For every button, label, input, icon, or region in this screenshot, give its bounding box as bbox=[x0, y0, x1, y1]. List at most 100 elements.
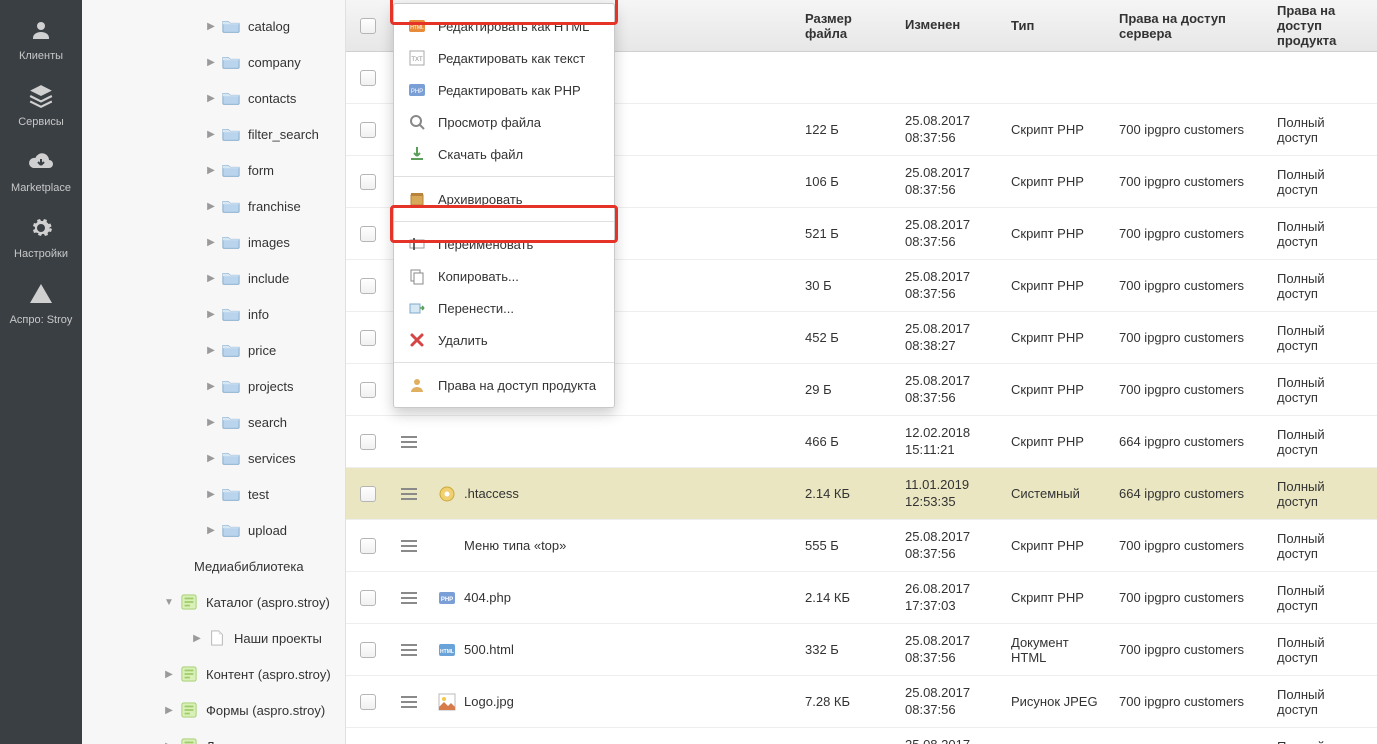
tree-item[interactable]: ▶info bbox=[82, 296, 345, 332]
tree-item[interactable]: ▶images bbox=[82, 224, 345, 260]
tree-toggle-icon[interactable]: ▶ bbox=[162, 705, 176, 716]
context-item[interactable]: Переименовать bbox=[394, 228, 614, 260]
row-checkbox[interactable] bbox=[360, 382, 376, 398]
table-row[interactable]: 466 Б12.02.201815:11:21Скрипт PHP664 ipg… bbox=[346, 416, 1377, 468]
row-checkbox[interactable] bbox=[360, 642, 376, 658]
tree-toggle-icon[interactable]: ▶ bbox=[204, 165, 218, 176]
cell-size: 2.14 КБ bbox=[795, 480, 895, 507]
svg-text:PHP: PHP bbox=[441, 597, 453, 603]
tree-item[interactable]: ▶franchise bbox=[82, 188, 345, 224]
tree-toggle-icon[interactable]: ▶ bbox=[204, 129, 218, 140]
tree-item[interactable]: ▶ Контент (aspro.stroy) bbox=[82, 656, 345, 692]
row-menu-icon[interactable] bbox=[401, 644, 417, 656]
tree-item[interactable]: Медиабиблиотека bbox=[82, 548, 345, 584]
cell-type bbox=[1001, 72, 1109, 84]
tree-toggle-icon[interactable]: ▶ bbox=[204, 309, 218, 320]
tree-toggle-icon[interactable]: ▶ bbox=[204, 525, 218, 536]
rail-aspro[interactable]: Аспро: Stroy bbox=[0, 268, 82, 334]
tree-item[interactable]: ▶Лендинг bbox=[82, 728, 345, 744]
cell-type: Скрипт PHP bbox=[1001, 116, 1109, 143]
row-menu-icon[interactable] bbox=[401, 696, 417, 708]
context-separator bbox=[394, 176, 614, 177]
context-item[interactable]: Копировать... bbox=[394, 260, 614, 292]
tree-toggle-icon[interactable]: ▶ bbox=[204, 237, 218, 248]
row-checkbox[interactable] bbox=[360, 226, 376, 242]
row-menu-icon[interactable] bbox=[401, 540, 417, 552]
tree-toggle-icon[interactable]: ▶ bbox=[204, 21, 218, 32]
tree-item[interactable]: ▶filter_search bbox=[82, 116, 345, 152]
tree-label: Контент (aspro.stroy) bbox=[206, 667, 331, 682]
tree-toggle-icon[interactable]: ▶ bbox=[204, 273, 218, 284]
rail-clients[interactable]: Клиенты bbox=[0, 4, 82, 70]
rail-settings[interactable]: Настройки bbox=[0, 202, 82, 268]
row-checkbox[interactable] bbox=[360, 434, 376, 450]
context-item[interactable]: Просмотр файла bbox=[394, 106, 614, 138]
rail-services[interactable]: Сервисы bbox=[0, 70, 82, 136]
row-menu-icon[interactable] bbox=[401, 592, 417, 604]
tree-toggle-icon[interactable]: ▶ bbox=[204, 453, 218, 464]
tree-item[interactable]: ▼Каталог (aspro.stroy) bbox=[82, 584, 345, 620]
row-menu-icon[interactable] bbox=[401, 436, 417, 448]
tree-toggle-icon[interactable]: ▶ bbox=[162, 741, 176, 744]
tree-toggle-icon[interactable]: ▶ bbox=[204, 93, 218, 104]
tree-item[interactable]: ▶services bbox=[82, 440, 345, 476]
tree-item[interactable]: ▶include bbox=[82, 260, 345, 296]
row-checkbox[interactable] bbox=[360, 486, 376, 502]
row-checkbox[interactable] bbox=[360, 278, 376, 294]
table-row[interactable]: PHP404.php2.14 КБ26.08.201717:37:03Скрип… bbox=[346, 572, 1377, 624]
tree-toggle-icon[interactable]: ▼ bbox=[162, 597, 176, 608]
context-item[interactable]: PHPРедактировать как PHP bbox=[394, 74, 614, 106]
table-row[interactable]: Logo.jpg7.28 КБ25.08.201708:37:56Рисунок… bbox=[346, 676, 1377, 728]
tree-item[interactable]: ▶form bbox=[82, 152, 345, 188]
tree-toggle-icon[interactable]: ▶ bbox=[204, 489, 218, 500]
tree-item[interactable]: ▶catalog bbox=[82, 8, 345, 44]
col-size[interactable]: Размер файла bbox=[795, 0, 895, 51]
tree-toggle-icon[interactable]: ▶ bbox=[204, 201, 218, 212]
tree-item[interactable]: ▶search bbox=[82, 404, 345, 440]
col-product-perm[interactable]: Права на доступ продукта bbox=[1267, 0, 1377, 51]
cell-type: Рисунок PNG bbox=[1001, 740, 1109, 744]
context-item[interactable]: Перенести... bbox=[394, 292, 614, 324]
rail-marketplace[interactable]: Marketplace bbox=[0, 136, 82, 202]
table-row[interactable]: apple-touch-icon.png3.15 КБ25.08.201708:… bbox=[346, 728, 1377, 744]
tree-toggle-icon[interactable]: ▶ bbox=[204, 381, 218, 392]
tree-toggle-icon[interactable]: ▶ bbox=[204, 57, 218, 68]
tree-toggle-icon[interactable]: ▶ bbox=[204, 417, 218, 428]
row-checkbox[interactable] bbox=[360, 590, 376, 606]
checkbox-all[interactable] bbox=[360, 18, 376, 34]
tree-item[interactable]: ▶test bbox=[82, 476, 345, 512]
arch-icon bbox=[408, 190, 426, 208]
tree-item[interactable]: ▶upload bbox=[82, 512, 345, 548]
svg-text:TXT: TXT bbox=[411, 57, 423, 63]
table-row[interactable]: HTML500.html332 Б25.08.201708:37:56Докум… bbox=[346, 624, 1377, 676]
tree-item[interactable]: ▶price bbox=[82, 332, 345, 368]
tree-item[interactable]: ▶Наши проекты bbox=[82, 620, 345, 656]
context-item[interactable]: Архивировать bbox=[394, 183, 614, 215]
row-checkbox[interactable] bbox=[360, 174, 376, 190]
col-server-perm[interactable]: Права на доступ сервера bbox=[1109, 0, 1267, 51]
col-type[interactable]: Тип bbox=[1001, 0, 1109, 51]
row-checkbox[interactable] bbox=[360, 694, 376, 710]
table-row[interactable]: Меню типа «top»555 Б25.08.201708:37:56Ск… bbox=[346, 520, 1377, 572]
row-menu-icon[interactable] bbox=[401, 488, 417, 500]
tree-item[interactable]: ▶projects bbox=[82, 368, 345, 404]
tree-toggle-icon[interactable]: ▶ bbox=[190, 633, 204, 644]
cell-server-perm: 664 ipgpro customers bbox=[1109, 480, 1267, 507]
col-modified[interactable]: Изменен bbox=[895, 0, 1001, 51]
tree-item[interactable]: ▶Формы (aspro.stroy) bbox=[82, 692, 345, 728]
tree-toggle-icon[interactable]: ▶ bbox=[162, 669, 176, 680]
row-checkbox[interactable] bbox=[360, 70, 376, 86]
context-item[interactable]: TXTРедактировать как текст bbox=[394, 52, 614, 74]
table-row[interactable]: .htaccess2.14 КБ11.01.201912:53:35Систем… bbox=[346, 468, 1377, 520]
row-checkbox[interactable] bbox=[360, 538, 376, 554]
row-checkbox[interactable] bbox=[360, 122, 376, 138]
context-item[interactable]: Права на доступ продукта bbox=[394, 369, 614, 401]
tree-item[interactable]: ▶company bbox=[82, 44, 345, 80]
cell-modified: 26.08.201717:37:03 bbox=[895, 575, 1001, 620]
tree-item[interactable]: ▶contacts bbox=[82, 80, 345, 116]
context-label: Скачать файл bbox=[438, 147, 523, 162]
context-item[interactable]: Удалить bbox=[394, 324, 614, 356]
row-checkbox[interactable] bbox=[360, 330, 376, 346]
tree-toggle-icon[interactable]: ▶ bbox=[204, 345, 218, 356]
context-item[interactable]: Скачать файл bbox=[394, 138, 614, 170]
